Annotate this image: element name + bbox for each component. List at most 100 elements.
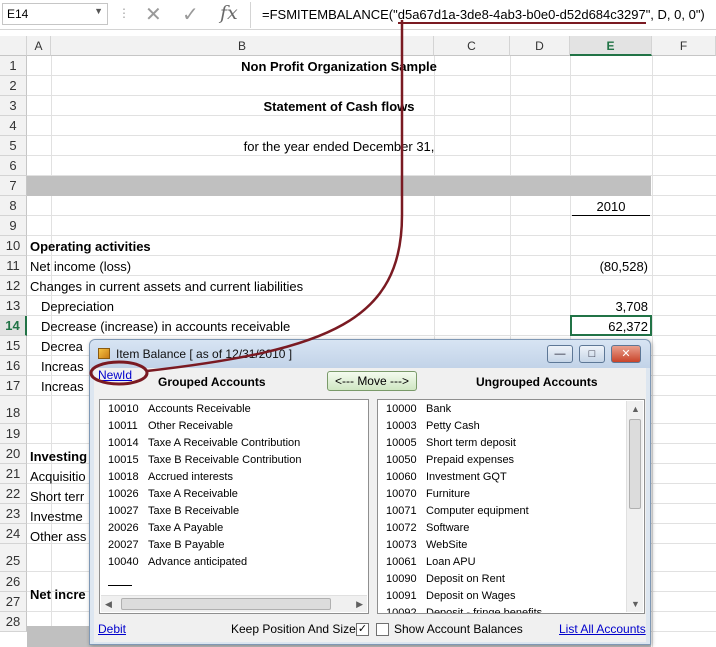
row-header-28[interactable]: 28: [0, 612, 27, 632]
row-header-1[interactable]: 1: [0, 56, 27, 76]
active-cell-e14[interactable]: [570, 315, 652, 336]
list-item[interactable]: 10050 Prepaid expenses: [378, 454, 628, 471]
list-item[interactable]: 10011 Other Receivable: [100, 420, 350, 437]
list-item[interactable]: 10060 Investment GQT: [378, 471, 628, 488]
insert-function-icon[interactable]: fx: [220, 2, 238, 24]
list-item[interactable]: 10010 Accounts Receivable: [100, 403, 350, 420]
row-17-label[interactable]: Increas: [41, 379, 84, 394]
scroll-down-icon[interactable]: ▼: [631, 599, 640, 609]
list-item[interactable]: 10073 WebSite: [378, 539, 628, 556]
enter-icon[interactable]: ✓: [182, 2, 199, 27]
row-header-18[interactable]: 18: [0, 396, 27, 424]
name-box[interactable]: E14 ▼: [2, 3, 108, 25]
grouped-accounts-list[interactable]: 10010 Accounts Receivable 10011 Other Recei…: [99, 399, 369, 614]
formula-input[interactable]: =FSMITEMBALANCE("d5a67d1a-3de8-4ab3-b0e0…: [262, 7, 705, 24]
operating-activities-label[interactable]: Operating activities: [30, 239, 151, 254]
row-header-14[interactable]: 14: [0, 316, 27, 336]
depreciation-value[interactable]: 3,708: [570, 299, 648, 314]
scroll-up-icon[interactable]: ▲: [631, 404, 640, 414]
close-button[interactable]: ✕: [611, 345, 641, 363]
row-20-label[interactable]: Investing: [30, 449, 87, 464]
list-item[interactable]: 10026 Taxe A Receivable: [100, 488, 350, 505]
list-item[interactable]: 10014 Taxe A Receivable Contribution: [100, 437, 350, 454]
row-header-4[interactable]: 4: [0, 116, 27, 136]
row-header-7[interactable]: 7: [0, 176, 27, 196]
vscroll-thumb[interactable]: [629, 419, 641, 509]
depreciation-label[interactable]: Depreciation: [41, 299, 114, 314]
row-header-16[interactable]: 16: [0, 356, 27, 376]
row-header-23[interactable]: 23: [0, 504, 27, 524]
row-16-label[interactable]: Increas: [41, 359, 84, 374]
column-header-d[interactable]: D: [510, 36, 570, 56]
list-item[interactable]: 20026 Taxe A Payable: [100, 522, 350, 539]
row-header-11[interactable]: 11: [0, 256, 27, 276]
grouped-hscrollbar[interactable]: ◀ ▶: [101, 595, 367, 612]
list-item[interactable]: 10091 Deposit on Wages: [378, 590, 628, 607]
list-item[interactable]: 10092 Deposit - fringe benefits: [378, 607, 628, 613]
sheet-period[interactable]: for the year ended December 31,: [27, 139, 651, 154]
row-header-19[interactable]: 19: [0, 424, 27, 444]
row-15-label[interactable]: Decrea: [41, 339, 83, 354]
row-header-22[interactable]: 22: [0, 484, 27, 504]
list-item[interactable]: 10061 Loan APU: [378, 556, 628, 573]
new-id-link[interactable]: NewId: [98, 368, 132, 382]
list-item[interactable]: 10018 Accrued interests: [100, 471, 350, 488]
row-header-3[interactable]: 3: [0, 96, 27, 116]
row-header-26[interactable]: 26: [0, 572, 27, 592]
net-income-value[interactable]: (80,528): [570, 259, 648, 274]
row-23-label[interactable]: Investme: [30, 509, 83, 524]
scroll-right-icon[interactable]: ▶: [356, 599, 363, 610]
list-item[interactable]: 10090 Deposit on Rent: [378, 573, 628, 590]
column-header-c[interactable]: C: [434, 36, 510, 56]
list-item[interactable]: 10015 Taxe B Receivable Contribution: [100, 454, 350, 471]
row-header-8[interactable]: 8: [0, 196, 27, 216]
row-24-label[interactable]: Other ass: [30, 529, 86, 544]
row-header-5[interactable]: 5: [0, 136, 27, 156]
list-item[interactable]: 20027 Taxe B Payable: [100, 539, 350, 556]
list-all-accounts-link[interactable]: List All Accounts: [559, 622, 646, 636]
row-header-21[interactable]: 21: [0, 464, 27, 484]
row-22-label[interactable]: Short terr: [30, 489, 84, 504]
list-item[interactable]: 10005 Short term deposit: [378, 437, 628, 454]
row-header-24[interactable]: 24: [0, 524, 27, 544]
row-header-20[interactable]: 20: [0, 444, 27, 464]
hscroll-thumb[interactable]: [121, 598, 331, 610]
net-income-label[interactable]: Net income (loss): [30, 259, 131, 274]
list-item[interactable]: 10040 Advance anticipated: [100, 556, 350, 573]
list-item[interactable]: 10027 Taxe B Receivable: [100, 505, 350, 522]
column-header-f[interactable]: F: [652, 36, 716, 56]
ungrouped-accounts-list[interactable]: 10000 Bank 10003 Petty Cash 10005 Short term …: [377, 399, 645, 614]
debit-link[interactable]: Debit: [98, 622, 126, 636]
row-header-25[interactable]: 25: [0, 544, 27, 572]
row-header-27[interactable]: 27: [0, 592, 27, 612]
maximize-button[interactable]: □: [579, 345, 605, 363]
list-item[interactable]: 10071 Computer equipment: [378, 505, 628, 522]
scroll-left-icon[interactable]: ◀: [105, 599, 112, 610]
sheet-title[interactable]: Non Profit Organization Sample: [27, 59, 651, 74]
row-header-10[interactable]: 10: [0, 236, 27, 256]
column-header-a[interactable]: A: [27, 36, 51, 56]
list-item[interactable]: 10003 Petty Cash: [378, 420, 628, 437]
list-item[interactable]: 10070 Furniture: [378, 488, 628, 505]
row-21-label[interactable]: Acquisitio: [30, 469, 86, 484]
year-cell[interactable]: 2010: [570, 199, 652, 214]
row-header-13[interactable]: 13: [0, 296, 27, 316]
list-item[interactable]: 10072 Software: [378, 522, 628, 539]
select-all-corner[interactable]: [0, 36, 27, 56]
minimize-button[interactable]: —: [547, 345, 573, 363]
show-balances-checkbox[interactable]: [376, 623, 389, 636]
row-header-2[interactable]: 2: [0, 76, 27, 96]
keep-position-checkbox[interactable]: ✓: [356, 623, 369, 636]
cancel-icon[interactable]: ✕: [145, 2, 162, 27]
row-header-17[interactable]: 17: [0, 376, 27, 396]
sheet-subtitle[interactable]: Statement of Cash flows: [27, 99, 651, 114]
row-header-15[interactable]: 15: [0, 336, 27, 356]
row-header-6[interactable]: 6: [0, 156, 27, 176]
dialog-titlebar[interactable]: Item Balance [ as of 12/31/2010 ] — □ ✕: [90, 340, 650, 368]
list-item[interactable]: 10000 Bank: [378, 403, 628, 420]
chevron-down-icon[interactable]: ▼: [94, 6, 103, 16]
row-26-label[interactable]: Net incre: [30, 587, 86, 602]
changes-label[interactable]: Changes in current assets and current li…: [30, 279, 303, 294]
move-button[interactable]: <--- Move --->: [327, 371, 417, 391]
column-header-e[interactable]: E: [570, 36, 652, 56]
